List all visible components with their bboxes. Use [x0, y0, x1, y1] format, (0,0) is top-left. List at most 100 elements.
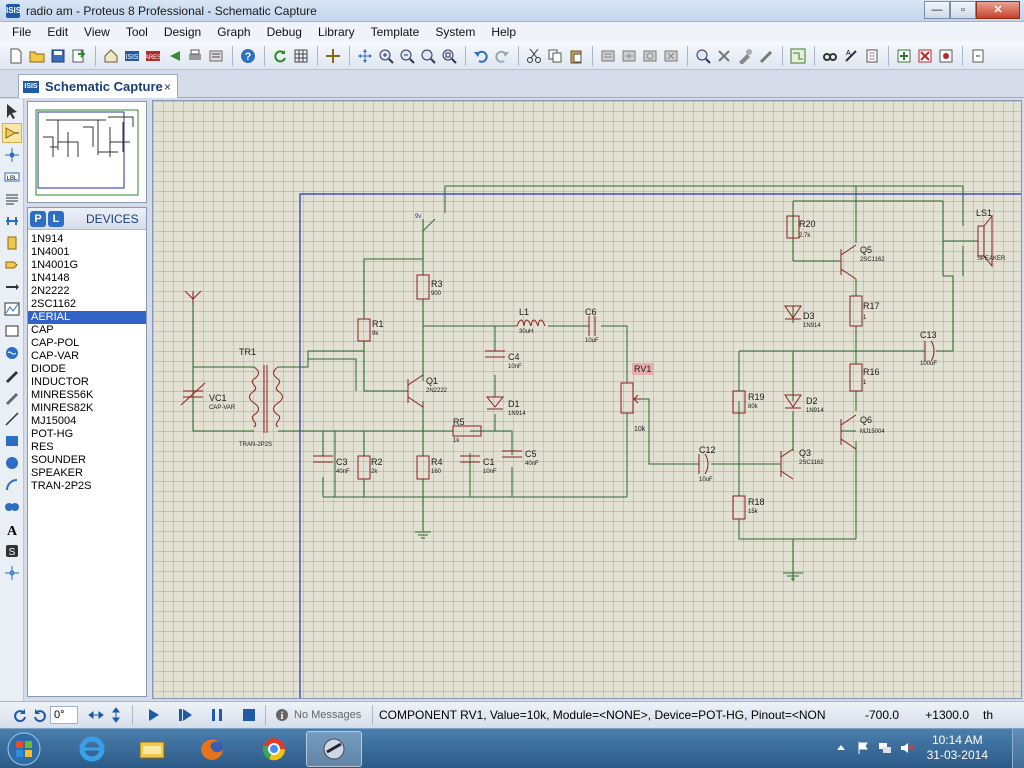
- device-list-item[interactable]: 1N914: [28, 233, 146, 246]
- ares-icon[interactable]: ARES: [143, 46, 163, 66]
- paste-icon[interactable]: [566, 46, 586, 66]
- device-list-item[interactable]: INDUCTOR: [28, 376, 146, 389]
- device-list-item[interactable]: 1N4001: [28, 246, 146, 259]
- menu-graph[interactable]: Graph: [209, 25, 258, 39]
- subcircuit-icon[interactable]: [2, 233, 22, 253]
- device-list-item[interactable]: CAP: [28, 324, 146, 337]
- selection-mode-icon[interactable]: [2, 101, 22, 121]
- package-icon[interactable]: [735, 46, 755, 66]
- overview-window[interactable]: [27, 101, 147, 203]
- maximize-button[interactable]: ▫: [950, 1, 976, 19]
- new-icon[interactable]: [6, 46, 26, 66]
- menu-help[interactable]: Help: [483, 25, 524, 39]
- device-list-item[interactable]: MJ15004: [28, 415, 146, 428]
- rotate-clockwise-icon[interactable]: [10, 705, 30, 725]
- volume-muted-icon[interactable]: [900, 741, 914, 755]
- tab-close-icon[interactable]: ×: [164, 80, 171, 94]
- symbol-icon[interactable]: S: [2, 541, 22, 561]
- line-icon[interactable]: [2, 409, 22, 429]
- taskbar-clock[interactable]: 10:14 AM 31-03-2014: [927, 733, 988, 763]
- compile-icon[interactable]: [206, 46, 226, 66]
- device-list-item[interactable]: MINRES56K: [28, 389, 146, 402]
- graph-icon[interactable]: [2, 299, 22, 319]
- menu-debug[interactable]: Debug: [259, 25, 310, 39]
- device-list-item[interactable]: RES: [28, 441, 146, 454]
- component-mode-icon[interactable]: [2, 123, 22, 143]
- schematic-canvas[interactable]: TR1 TRAN-2P2S VC1 CAP-VAR R1 9k R3 900 R…: [152, 100, 1022, 699]
- current-probe-icon[interactable]: [2, 387, 22, 407]
- box-icon[interactable]: [2, 431, 22, 451]
- taskbar-explorer[interactable]: [124, 731, 180, 767]
- path-icon[interactable]: [2, 497, 22, 517]
- bus-icon[interactable]: [2, 211, 22, 231]
- isis-icon[interactable]: ISIS: [122, 46, 142, 66]
- print-icon[interactable]: [185, 46, 205, 66]
- menu-template[interactable]: Template: [363, 25, 428, 39]
- pan-icon[interactable]: [355, 46, 375, 66]
- start-button[interactable]: [0, 731, 48, 767]
- back-icon[interactable]: [164, 46, 184, 66]
- device-list-item[interactable]: 1N4001G: [28, 259, 146, 272]
- show-desktop-button[interactable]: [1012, 729, 1024, 768]
- minimize-button[interactable]: —: [924, 1, 950, 19]
- arc-icon[interactable]: [2, 475, 22, 495]
- terminal-icon[interactable]: [2, 255, 22, 275]
- network-icon[interactable]: [878, 741, 892, 755]
- action-center-icon[interactable]: [856, 741, 870, 755]
- zoom-area-icon[interactable]: [439, 46, 459, 66]
- wire-autorouter-icon[interactable]: [788, 46, 808, 66]
- block-copy-icon[interactable]: [598, 46, 618, 66]
- marker-icon[interactable]: [2, 563, 22, 583]
- device-list-item[interactable]: POT-HG: [28, 428, 146, 441]
- block-delete-icon[interactable]: [661, 46, 681, 66]
- text-script-icon[interactable]: [2, 189, 22, 209]
- menu-tool[interactable]: Tool: [118, 25, 156, 39]
- device-list-item[interactable]: AERIAL: [28, 311, 146, 324]
- circle-icon[interactable]: [2, 453, 22, 473]
- redo-icon[interactable]: [492, 46, 512, 66]
- zoom-all-icon[interactable]: [418, 46, 438, 66]
- device-list-item[interactable]: 2SC1162: [28, 298, 146, 311]
- play-icon[interactable]: [143, 705, 163, 725]
- bom-icon[interactable]: [894, 46, 914, 66]
- refresh-icon[interactable]: [270, 46, 290, 66]
- library-manager-button[interactable]: L: [48, 210, 64, 227]
- tape-recorder-icon[interactable]: [2, 321, 22, 341]
- menu-edit[interactable]: Edit: [39, 25, 76, 39]
- zoom-out-icon[interactable]: [397, 46, 417, 66]
- taskbar-firefox[interactable]: [184, 731, 240, 767]
- pause-icon[interactable]: [207, 705, 227, 725]
- menu-design[interactable]: Design: [156, 25, 209, 39]
- cut-icon[interactable]: [524, 46, 544, 66]
- taskbar-chrome[interactable]: [246, 731, 302, 767]
- block-move-icon[interactable]: [619, 46, 639, 66]
- menu-system[interactable]: System: [427, 25, 483, 39]
- menu-view[interactable]: View: [76, 25, 118, 39]
- mirror-horizontal-icon[interactable]: [86, 705, 106, 725]
- save-icon[interactable]: [48, 46, 68, 66]
- text-icon[interactable]: A: [2, 519, 22, 539]
- voltage-probe-icon[interactable]: [2, 365, 22, 385]
- decompose-icon[interactable]: [756, 46, 776, 66]
- tray-arrow-icon[interactable]: [834, 741, 848, 755]
- search-icon[interactable]: [820, 46, 840, 66]
- pick-icon[interactable]: [693, 46, 713, 66]
- home-icon[interactable]: [101, 46, 121, 66]
- block-rotate-icon[interactable]: [640, 46, 660, 66]
- origin-icon[interactable]: [323, 46, 343, 66]
- netlist-icon[interactable]: [862, 46, 882, 66]
- menu-library[interactable]: Library: [310, 25, 363, 39]
- grid-icon[interactable]: [291, 46, 311, 66]
- stop-icon[interactable]: [239, 705, 259, 725]
- rotation-field[interactable]: 0°: [50, 705, 78, 724]
- make-device-icon[interactable]: [714, 46, 734, 66]
- undo-icon[interactable]: [471, 46, 491, 66]
- messages-status[interactable]: No Messages: [294, 709, 366, 721]
- tab-schematic-capture[interactable]: ISIS Schematic Capture ×: [18, 74, 178, 98]
- device-list-item[interactable]: DIODE: [28, 363, 146, 376]
- device-list-item[interactable]: CAP-POL: [28, 337, 146, 350]
- device-list-item[interactable]: 2N2222: [28, 285, 146, 298]
- help-icon[interactable]: ?: [238, 46, 258, 66]
- export-icon[interactable]: [968, 46, 988, 66]
- pick-device-button[interactable]: P: [30, 210, 46, 227]
